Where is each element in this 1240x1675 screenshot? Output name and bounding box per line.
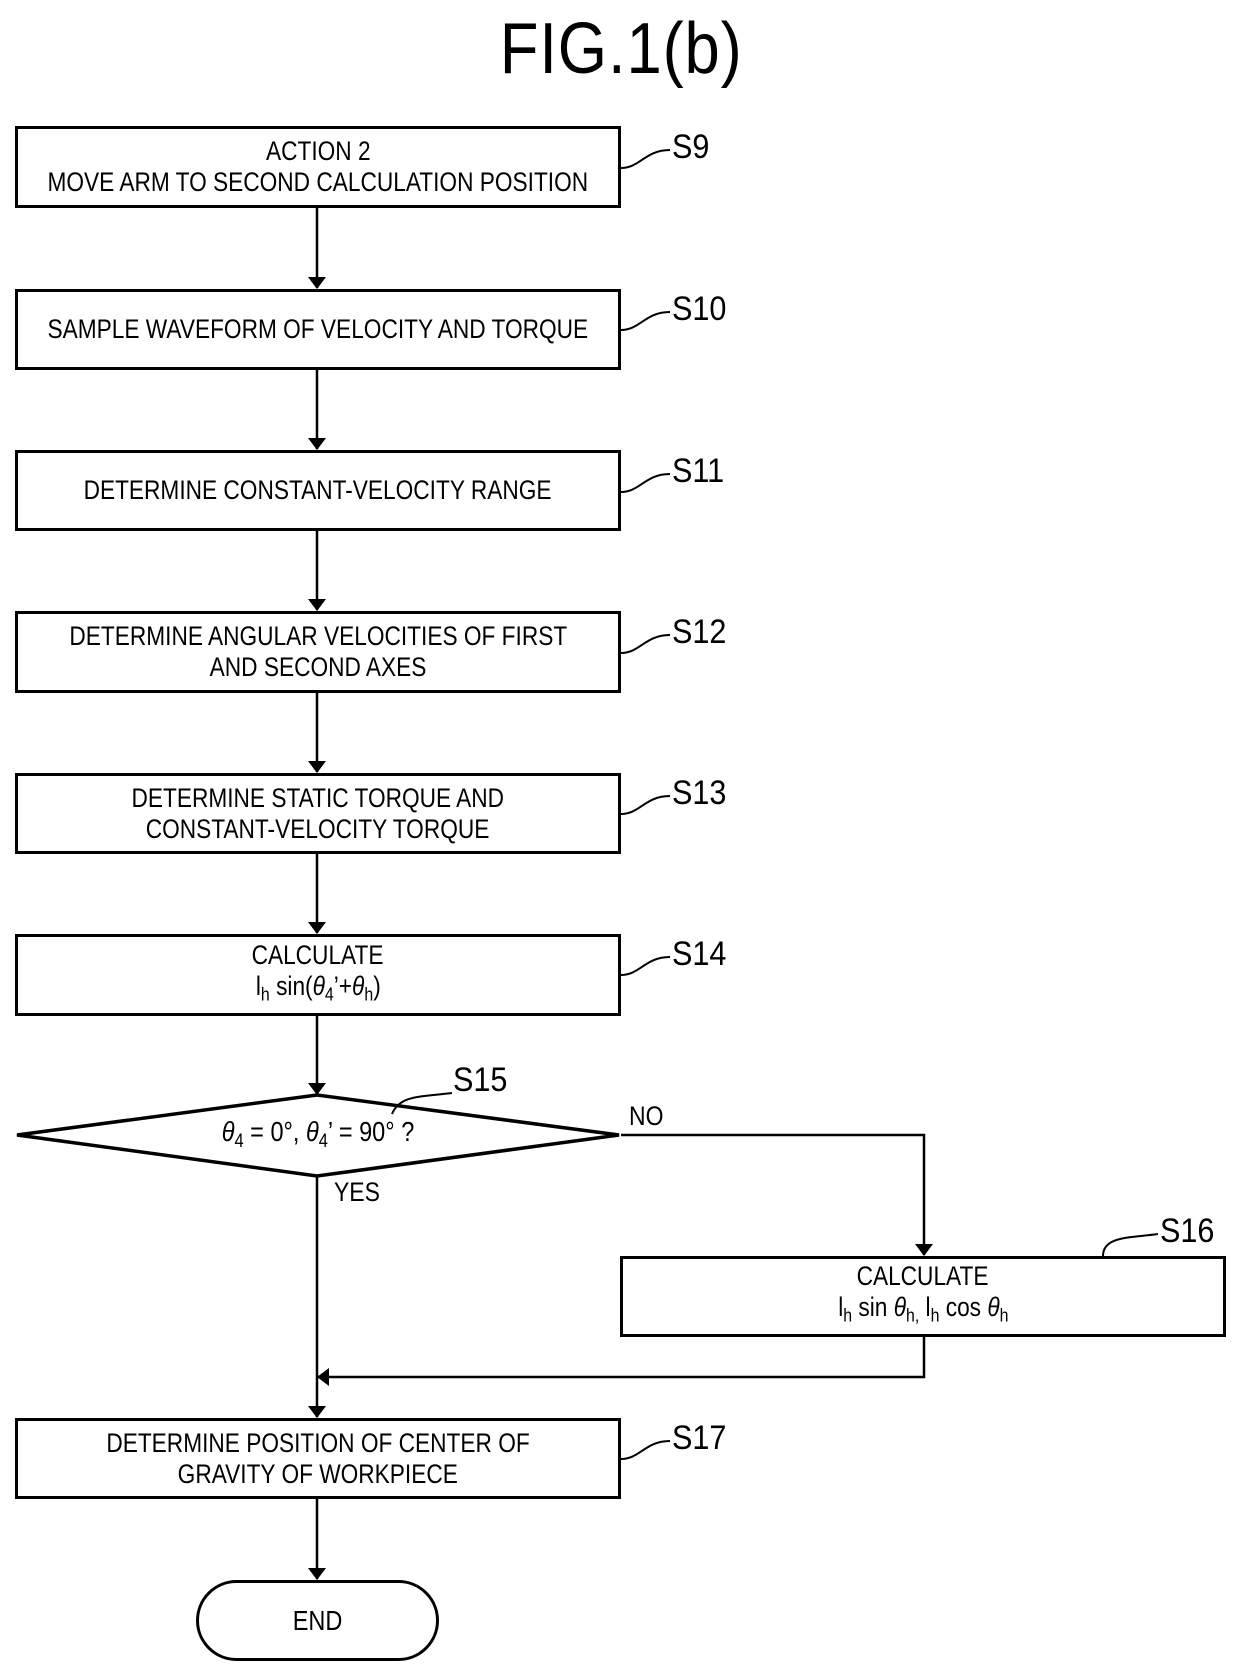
s13-line-1: DETERMINE STATIC TORQUE AND (131, 782, 505, 813)
s17-line-2: GRAVITY OF WORKPIECE (177, 1458, 459, 1489)
leader-s12 (620, 634, 671, 654)
leader-s11 (620, 473, 671, 493)
s12-line-2: AND SECOND AXES (209, 652, 427, 682)
figure-title: FIG.1(b) (499, 9, 743, 89)
leader-s13 (620, 795, 671, 815)
arrow-s15-no-s16 (621, 1133, 933, 1256)
leader-s17 (620, 1440, 671, 1460)
s14-formula: lh sin(θ4’+θh) (255, 970, 381, 1006)
s9-line-2: MOVE ARM TO SECOND CALCULATION POSITION (47, 167, 589, 197)
leader-s16 (1102, 1233, 1159, 1257)
step-label-s13: S13 (672, 774, 727, 812)
arrow-s16-merge (317, 1337, 926, 1386)
process-box-s12: DETERMINE ANGULAR VELOCITIES OF FIRST AN… (15, 611, 621, 693)
terminal-end: END (196, 1580, 439, 1661)
edge-label-yes: YES (334, 1177, 380, 1207)
leader-s9 (620, 149, 671, 169)
process-box-s16: CALCULATE lh sin θh, lh cos θh (620, 1256, 1226, 1337)
s12-line-1: DETERMINE ANGULAR VELOCITIES OF FIRST (69, 621, 567, 651)
process-box-s11: DETERMINE CONSTANT-VELOCITY RANGE (15, 450, 621, 531)
step-label-s11: S11 (672, 452, 725, 490)
s14-line-1: CALCULATE (252, 939, 384, 970)
step-label-s10: S10 (672, 290, 727, 328)
step-label-s16: S16 (1160, 1212, 1215, 1250)
s13-line-2: CONSTANT-VELOCITY TORQUE (146, 813, 490, 844)
s10-line-1: SAMPLE WAVEFORM OF VELOCITY AND TORQUE (47, 314, 589, 344)
step-label-s14: S14 (672, 935, 727, 973)
process-box-s10: SAMPLE WAVEFORM OF VELOCITY AND TORQUE (15, 289, 621, 370)
decision-condition-s15: θ4 = 0°, θ4’ = 90° ? (221, 1116, 415, 1152)
process-box-s17: DETERMINE POSITION OF CENTER OF GRAVITY … (15, 1418, 621, 1499)
end-label: END (292, 1604, 343, 1636)
s16-line-1: CALCULATE (857, 1261, 989, 1292)
step-label-s15: S15 (453, 1061, 508, 1099)
leader-s10 (620, 311, 671, 331)
s17-line-1: DETERMINE POSITION OF CENTER OF (106, 1427, 530, 1458)
process-box-s14: CALCULATE lh sin(θ4’+θh) (15, 934, 621, 1016)
step-label-s17: S17 (672, 1419, 727, 1457)
s9-line-1: ACTION 2 (265, 136, 371, 166)
s16-formula: lh sin θh, lh cos θh (837, 1292, 1009, 1327)
process-box-s9: ACTION 2 MOVE ARM TO SECOND CALCULATION … (15, 126, 621, 208)
leader-s14 (620, 956, 671, 976)
process-box-s13: DETERMINE STATIC TORQUE AND CONSTANT-VEL… (15, 773, 621, 854)
s11-line-1: DETERMINE CONSTANT-VELOCITY RANGE (84, 475, 552, 505)
step-label-s9: S9 (672, 128, 710, 166)
step-label-s12: S12 (672, 613, 727, 651)
edge-label-no: NO (629, 1101, 664, 1131)
